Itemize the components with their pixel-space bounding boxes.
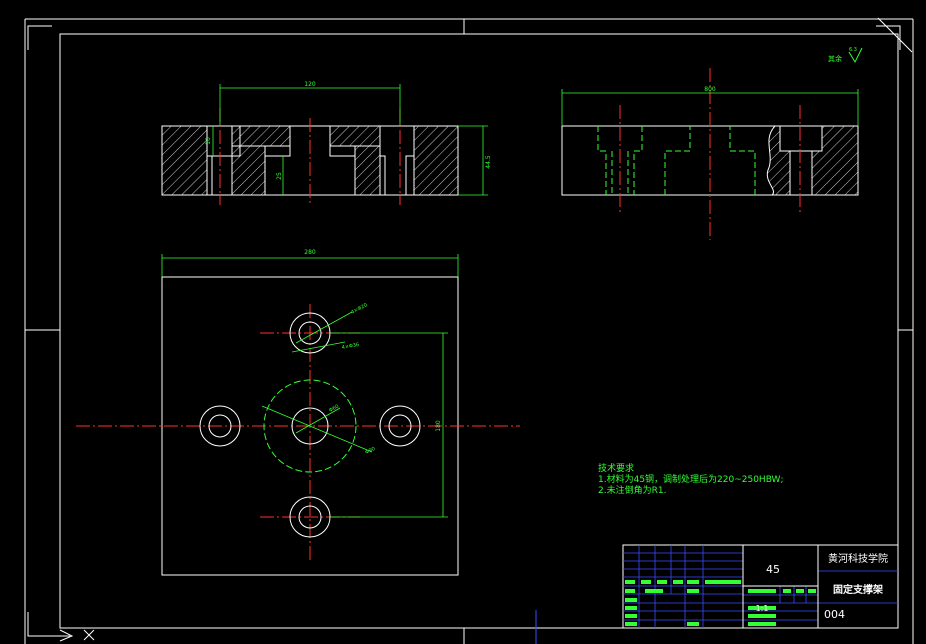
ucs-icon xyxy=(30,629,95,642)
roughness-symbol: 其余 6.3 xyxy=(828,47,863,64)
sheet-border xyxy=(24,17,914,644)
cad-drawing-canvas: 120 44.5 25 16 800 其余 6.3 280 180 4×Φ20 … xyxy=(24,17,914,644)
dim-left-height: 44.5 xyxy=(485,155,492,169)
inner-frame xyxy=(59,33,899,629)
section-view-left: 120 44.5 25 16 xyxy=(161,81,492,205)
tech-req-heading: 技术要求 xyxy=(598,464,635,474)
tech-req-line-1: 1.材料为45钢，调制处理后为220~250HBW; xyxy=(598,475,784,485)
tech-req-line-2: 2.未注倒角为R1. xyxy=(598,486,667,496)
dim-plan-width: 280 xyxy=(304,249,316,256)
dim-left-small: 16 xyxy=(205,137,212,145)
technical-requirements: 技术要求 1.材料为45钢，调制处理后为220~250HBW; 2.未注倒角为R… xyxy=(598,464,784,497)
title-block-school: 黄河科技学院 xyxy=(828,552,888,565)
dim-left-depth: 25 xyxy=(276,172,283,180)
title-block: 45 黄河科技学院 固定支撑架 004 1:1 xyxy=(622,544,899,629)
leader-pitch: Φ90 xyxy=(364,446,376,456)
title-block-part-name: 固定支撑架 xyxy=(833,583,883,596)
roughness-label: 其余 xyxy=(828,54,842,63)
leader-center: Φ60 xyxy=(328,404,340,414)
dim-plan-vertical: 180 xyxy=(435,420,442,432)
dim-right-width: 800 xyxy=(704,86,716,93)
leader-hole-small: 4×Φ20 xyxy=(350,302,368,316)
leader-hole-large: 4×Φ36 xyxy=(341,342,359,351)
dim-left-width: 120 xyxy=(304,81,316,88)
title-block-scale: 1:1 xyxy=(756,604,769,613)
side-view-right: 800 xyxy=(561,68,859,240)
title-block-material: 45 xyxy=(766,563,780,576)
roughness-value: 6.3 xyxy=(849,47,857,53)
title-block-drawing-no: 004 xyxy=(824,608,845,621)
plan-view: 280 180 4×Φ20 4×Φ36 Φ60 Φ90 xyxy=(76,249,520,576)
